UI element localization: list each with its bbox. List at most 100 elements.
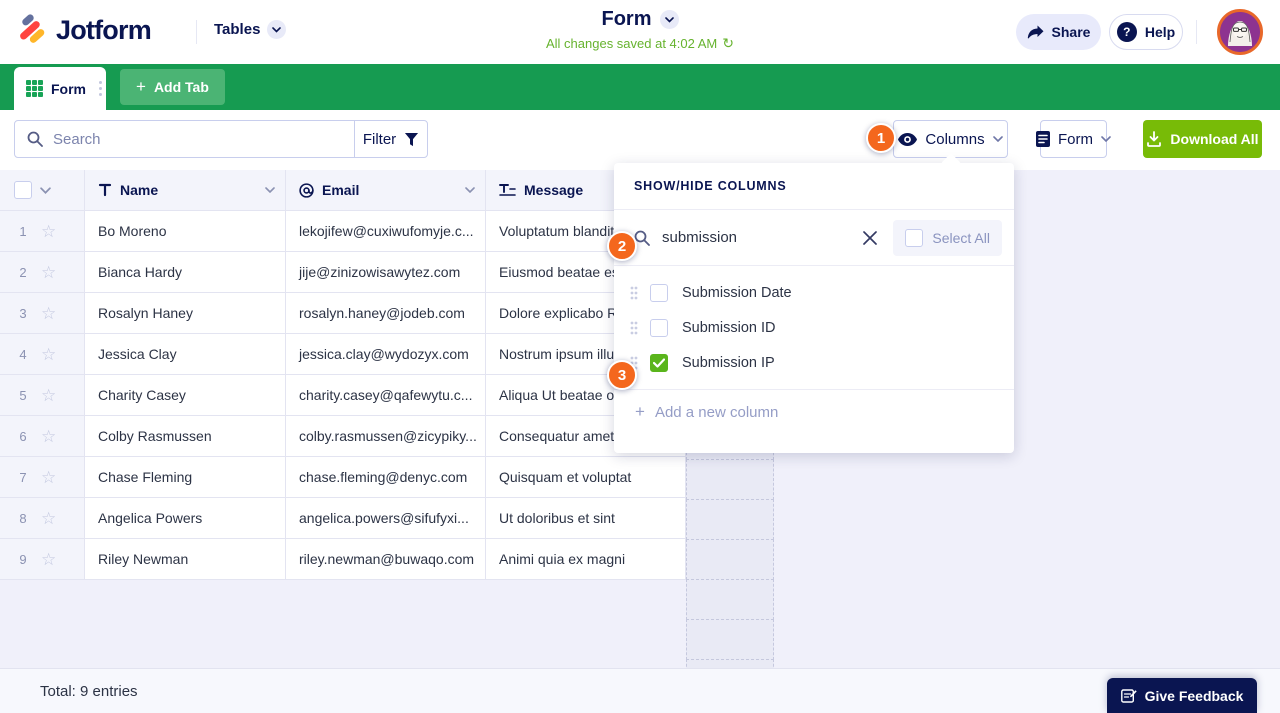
star-icon[interactable]: ☆: [41, 469, 56, 486]
select-all-header-cell: [0, 170, 85, 211]
form-view-button[interactable]: Form: [1036, 120, 1111, 158]
give-feedback-label: Give Feedback: [1144, 687, 1244, 704]
cell-name[interactable]: Jessica Clay: [85, 334, 286, 375]
drag-handle-icon[interactable]: [630, 286, 638, 300]
column-toggle-submission-id[interactable]: Submission ID: [614, 310, 1014, 345]
filter-label: Filter: [362, 130, 397, 148]
header-divider: [1196, 20, 1197, 44]
new-column-cell: [686, 499, 774, 540]
page-title[interactable]: Form: [602, 8, 652, 31]
cell-email[interactable]: angelica.powers@sifufyxi...: [286, 498, 486, 539]
tab-form[interactable]: Form: [14, 67, 106, 110]
cell-email[interactable]: jessica.clay@wydozyx.com: [286, 334, 486, 375]
chevron-down-icon: [992, 136, 1003, 142]
check-icon: [653, 357, 665, 368]
form-view-label: Form: [1058, 130, 1093, 148]
cell-email[interactable]: rosalyn.haney@jodeb.com: [286, 293, 486, 334]
add-tab-button[interactable]: + Add Tab: [120, 69, 225, 105]
column-header-name[interactable]: Name: [85, 170, 286, 211]
column-search-input[interactable]: [662, 229, 848, 246]
tab-menu-kebab-icon[interactable]: [96, 78, 105, 99]
user-avatar[interactable]: [1217, 9, 1263, 55]
column-header-label: Message: [524, 182, 584, 198]
cell-message[interactable]: Ut doloribus et sint: [486, 498, 686, 539]
cell-email[interactable]: colby.rasmussen@zicypiky...: [286, 416, 486, 457]
column-checkbox[interactable]: [650, 353, 668, 372]
clear-search-icon[interactable]: [859, 227, 881, 249]
add-tab-label: Add Tab: [153, 79, 209, 95]
cell-email[interactable]: chase.fleming@denyc.com: [286, 457, 486, 498]
column-toggle-submission-ip[interactable]: Submission IP: [614, 345, 1014, 380]
chevron-down-icon[interactable]: [265, 187, 275, 193]
filter-button[interactable]: Filter: [354, 120, 428, 158]
column-label: Submission ID: [682, 319, 776, 336]
column-checkbox[interactable]: [650, 318, 668, 337]
panel-search-row: Select All: [614, 210, 1014, 266]
chevron-down-icon[interactable]: [465, 187, 475, 193]
feedback-pencil-icon: [1120, 689, 1137, 703]
total-entries: Total: 9 entries: [40, 683, 138, 700]
cell-email[interactable]: riley.newman@buwaqo.com: [286, 539, 486, 580]
download-all-button[interactable]: Download All: [1143, 120, 1262, 158]
tab-form-label: Form: [51, 80, 86, 97]
add-new-column-button[interactable]: + Add a new column: [614, 389, 1014, 434]
cell-name[interactable]: Bo Moreno: [85, 211, 286, 252]
new-column-cell: [686, 459, 774, 500]
help-label: Help: [1144, 24, 1176, 40]
table-row: 8 ☆ Angelica Powers angelica.powers@sifufyx…: [0, 498, 774, 539]
share-button[interactable]: Share: [1016, 14, 1101, 50]
select-all-rows-checkbox[interactable]: [14, 181, 32, 199]
form-document-icon: [1036, 131, 1050, 147]
column-checkbox[interactable]: [650, 283, 668, 302]
star-icon[interactable]: ☆: [41, 551, 56, 568]
column-list: Submission Date Submission ID Submission I…: [614, 266, 1014, 389]
cell-name[interactable]: Colby Rasmussen: [85, 416, 286, 457]
cell-name[interactable]: Riley Newman: [85, 539, 286, 580]
star-icon[interactable]: ☆: [41, 264, 56, 281]
cell-email[interactable]: charity.casey@qafewytu.c...: [286, 375, 486, 416]
cell-name[interactable]: Rosalyn Haney: [85, 293, 286, 334]
search-input[interactable]: [53, 130, 342, 148]
star-icon[interactable]: ☆: [41, 428, 56, 445]
row-number: 1: [19, 223, 27, 239]
star-icon[interactable]: ☆: [41, 305, 56, 322]
give-feedback-button[interactable]: Give Feedback: [1107, 678, 1257, 713]
row-select-cell: 5 ☆: [0, 375, 85, 416]
row-number: 5: [19, 387, 27, 403]
select-all-columns-toggle[interactable]: Select All: [893, 219, 1002, 256]
column-label: Submission IP: [682, 354, 775, 371]
chevron-down-icon: [1101, 136, 1111, 142]
star-icon[interactable]: ☆: [41, 510, 56, 527]
new-column-cell: [686, 539, 774, 580]
help-button[interactable]: ? Help: [1109, 14, 1183, 50]
cell-message[interactable]: Quisquam et voluptat: [486, 457, 686, 498]
select-all-checkbox[interactable]: [905, 228, 924, 247]
column-toggle-submission-date[interactable]: Submission Date: [614, 275, 1014, 310]
download-all-label: Download All: [1170, 131, 1259, 147]
row-number: 3: [19, 305, 27, 321]
title-chevron-down-icon[interactable]: [659, 10, 679, 29]
top-bar: Jotform Tables Form All changes saved at…: [0, 0, 1280, 64]
cell-name[interactable]: Angelica Powers: [85, 498, 286, 539]
cell-name[interactable]: Charity Casey: [85, 375, 286, 416]
star-icon[interactable]: ☆: [41, 223, 56, 240]
cell-message[interactable]: Animi quia ex magni: [486, 539, 686, 580]
star-icon[interactable]: ☆: [41, 387, 56, 404]
share-arrow-icon: [1027, 25, 1044, 39]
star-icon[interactable]: ☆: [41, 346, 56, 363]
row-select-cell: 4 ☆: [0, 334, 85, 375]
column-header-email[interactable]: Email: [286, 170, 486, 211]
drag-handle-icon[interactable]: [630, 321, 638, 335]
columns-button[interactable]: Columns: [893, 120, 1008, 158]
chevron-down-icon[interactable]: [40, 186, 51, 194]
cell-name[interactable]: Chase Fleming: [85, 457, 286, 498]
refresh-icon: ↻: [722, 35, 734, 51]
show-hide-columns-panel: SHOW/HIDE COLUMNS Select All Submission …: [614, 153, 1014, 453]
cell-email[interactable]: jije@zinizowisawytez.com: [286, 252, 486, 293]
cell-name[interactable]: Bianca Hardy: [85, 252, 286, 293]
row-number: 8: [19, 510, 27, 526]
row-number: 4: [19, 346, 27, 362]
cell-email[interactable]: lekojifew@cuxiwufomyje.c...: [286, 211, 486, 252]
row-number: 7: [19, 469, 27, 485]
row-select-cell: 9 ☆: [0, 539, 85, 580]
